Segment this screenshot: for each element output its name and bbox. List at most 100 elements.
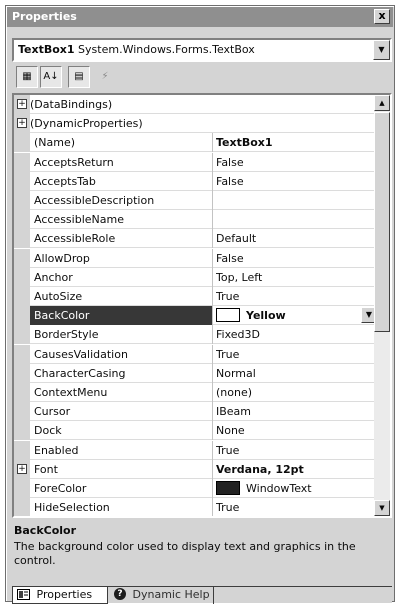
chevron-down-icon[interactable]: ▼	[373, 40, 390, 60]
property-name: AllowDrop	[34, 252, 90, 265]
expand-plus-icon[interactable]: +	[17, 99, 27, 109]
description-text: The background color used to display tex…	[14, 540, 356, 567]
property-value[interactable]	[216, 210, 376, 229]
property-row[interactable]: ContextMenu (none)	[14, 383, 378, 402]
property-row[interactable]: BorderStyle Fixed3D	[14, 325, 378, 344]
properties-button[interactable]: ▤	[68, 66, 90, 88]
property-name: AcceptsTab	[34, 175, 96, 188]
property-name: CharacterCasing	[34, 367, 126, 380]
property-row[interactable]: AcceptsReturn False	[14, 153, 378, 172]
column-divider	[212, 229, 213, 248]
property-row[interactable]: + Font Verdana, 12pt	[14, 460, 378, 479]
row-gutter	[14, 325, 30, 344]
property-row[interactable]: Enabled True	[14, 441, 378, 460]
events-button[interactable]: ⚡	[94, 66, 116, 88]
property-value[interactable]: True	[216, 441, 376, 460]
property-value[interactable]	[216, 191, 376, 210]
property-row[interactable]: AccessibleName	[14, 210, 378, 229]
property-row[interactable]: BackColor Yellow ▼	[14, 306, 378, 325]
property-value[interactable]: Yellow	[216, 306, 376, 325]
property-name: Enabled	[34, 444, 79, 457]
property-name: ContextMenu	[34, 386, 108, 399]
column-divider	[212, 479, 213, 498]
row-gutter	[14, 268, 30, 287]
category-row[interactable]: + (DataBindings)	[14, 95, 378, 114]
property-name: AccessibleRole	[34, 232, 116, 245]
property-row[interactable]: CharacterCasing Normal	[14, 364, 378, 383]
row-gutter	[14, 210, 30, 229]
row-gutter	[14, 133, 30, 152]
property-row[interactable]: ForeColor WindowText	[14, 479, 378, 498]
property-row[interactable]: AccessibleRole Default	[14, 229, 378, 248]
property-name: (DynamicProperties)	[30, 117, 143, 130]
property-value[interactable]: True	[216, 287, 376, 306]
row-gutter: +	[14, 95, 30, 114]
row-gutter	[14, 441, 30, 460]
row-gutter	[14, 383, 30, 402]
object-type: System.Windows.Forms.TextBox	[78, 43, 255, 56]
row-gutter: +	[14, 114, 30, 133]
help-icon: ?	[114, 588, 126, 600]
vertical-scrollbar[interactable]: ▲ ▼	[374, 95, 390, 516]
expand-plus-icon[interactable]: +	[17, 118, 27, 128]
tab-properties[interactable]: Properties	[12, 587, 108, 604]
tab-dynamic-help-label: Dynamic Help	[132, 588, 210, 601]
property-value[interactable]: Verdana, 12pt	[216, 460, 376, 479]
scroll-down-button[interactable]: ▼	[374, 500, 390, 516]
categorized-button[interactable]: ▦	[16, 66, 38, 88]
property-row[interactable]: Cursor IBeam	[14, 402, 378, 421]
close-button[interactable]: x	[374, 9, 390, 24]
property-value[interactable]: TextBox1	[216, 133, 376, 152]
property-name: ForeColor	[34, 482, 87, 495]
tab-dynamic-help[interactable]: ? Dynamic Help	[110, 587, 214, 604]
property-value[interactable]: Default	[216, 229, 376, 248]
column-divider	[212, 460, 213, 479]
property-value[interactable]: False	[216, 249, 376, 268]
property-value[interactable]: Normal	[216, 364, 376, 383]
property-value[interactable]: False	[216, 172, 376, 191]
title-bar[interactable]: Properties x	[7, 7, 393, 27]
scroll-thumb[interactable]	[374, 112, 390, 332]
column-divider	[212, 345, 213, 364]
property-name: (DataBindings)	[30, 98, 113, 111]
property-value-text: False	[216, 175, 244, 188]
property-row[interactable]: (Name) TextBox1	[14, 133, 378, 152]
property-row[interactable]: HideSelection True	[14, 498, 378, 516]
property-grid: + (DataBindings) + (DynamicProperties) (Name…	[12, 93, 392, 518]
property-value[interactable]: True	[216, 498, 376, 516]
expand-plus-icon[interactable]: +	[17, 464, 27, 474]
property-value-text: WindowText	[246, 482, 312, 495]
events-icon: ⚡	[101, 71, 109, 82]
scroll-up-button[interactable]: ▲	[374, 95, 390, 111]
object-selector[interactable]: TextBox1 System.Windows.Forms.TextBox ▼	[12, 38, 392, 62]
property-name: (Name)	[34, 136, 76, 149]
property-row[interactable]: Dock None	[14, 421, 378, 440]
property-row[interactable]: AllowDrop False	[14, 249, 378, 268]
property-value[interactable]: IBeam	[216, 402, 376, 421]
row-gutter	[14, 249, 30, 268]
alphabetical-button[interactable]: A↓	[40, 66, 62, 88]
property-value[interactable]: WindowText	[216, 479, 376, 498]
row-gutter	[14, 345, 30, 364]
property-value[interactable]: (none)	[216, 383, 376, 402]
property-value[interactable]: True	[216, 345, 376, 364]
property-row[interactable]: CausesValidation True	[14, 345, 378, 364]
property-row[interactable]: AccessibleDescription	[14, 191, 378, 210]
row-gutter	[14, 229, 30, 248]
column-divider	[212, 325, 213, 344]
property-row[interactable]: Anchor Top, Left	[14, 268, 378, 287]
property-value-text: Fixed3D	[216, 328, 260, 341]
bottom-tabs: Properties ? Dynamic Help	[12, 586, 392, 604]
property-value[interactable]: False	[216, 153, 376, 172]
property-row[interactable]: AutoSize True	[14, 287, 378, 306]
property-value-text: True	[216, 348, 240, 361]
property-value[interactable]: Top, Left	[216, 268, 376, 287]
property-value[interactable]: None	[216, 421, 376, 440]
property-value[interactable]: Fixed3D	[216, 325, 376, 344]
property-value-text: None	[216, 424, 245, 437]
column-divider	[212, 268, 213, 287]
property-value-text: False	[216, 252, 244, 265]
property-row[interactable]: AcceptsTab False	[14, 172, 378, 191]
property-name: AcceptsReturn	[34, 156, 114, 169]
category-row[interactable]: + (DynamicProperties)	[14, 114, 378, 133]
